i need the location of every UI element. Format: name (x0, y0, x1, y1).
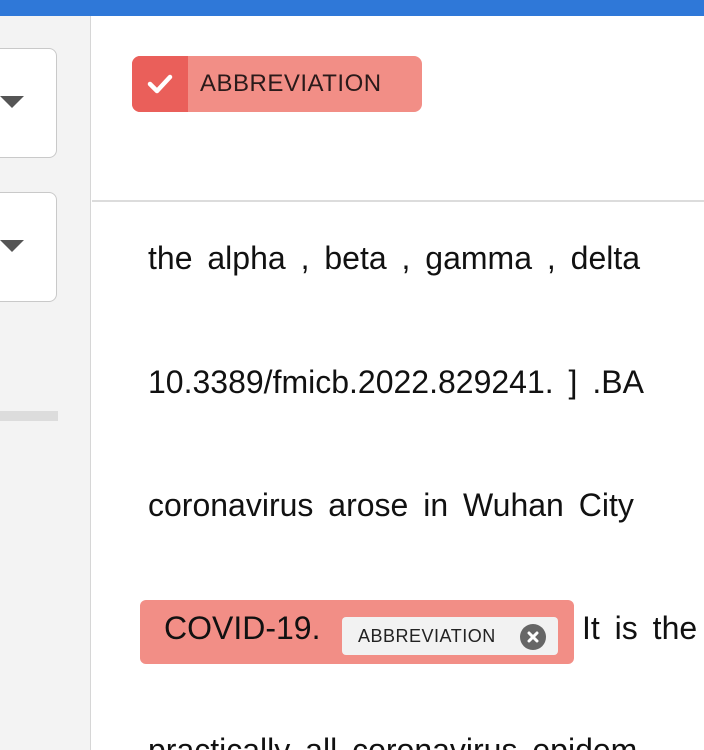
left-panel (0, 16, 91, 750)
entity-tag: ABBREVIATION (342, 617, 558, 655)
text-line-4-continuation: It is the (582, 610, 698, 646)
text-line-3: coronavirus arose in Wuhan City (148, 487, 634, 523)
entity-tag-label: ABBREVIATION (358, 625, 496, 646)
text-line-2: 10.3389/fmicb.2022.829241. ] .BA (148, 364, 644, 400)
divider (92, 200, 704, 202)
top-bar (0, 0, 704, 16)
entity-text[interactable]: COVID-19. (164, 610, 320, 647)
caret-down-icon (0, 240, 24, 252)
check-icon (132, 56, 188, 112)
text-line-1: the alpha , beta , gamma , delta (148, 240, 641, 276)
horizontal-scrollbar[interactable] (0, 411, 58, 421)
close-circle-icon[interactable] (520, 624, 546, 650)
dropdown-2[interactable] (0, 192, 57, 302)
caret-down-icon (0, 96, 24, 108)
label-abbreviation-text: ABBREVIATION (200, 70, 382, 97)
dropdown-1[interactable] (0, 48, 57, 158)
text-line-5: practically all coronavirus epidem (148, 732, 638, 750)
annotation-main: ABBREVIATION the alpha , beta , gamma , … (92, 16, 704, 750)
label-abbreviation-button[interactable]: ABBREVIATION (132, 56, 422, 112)
